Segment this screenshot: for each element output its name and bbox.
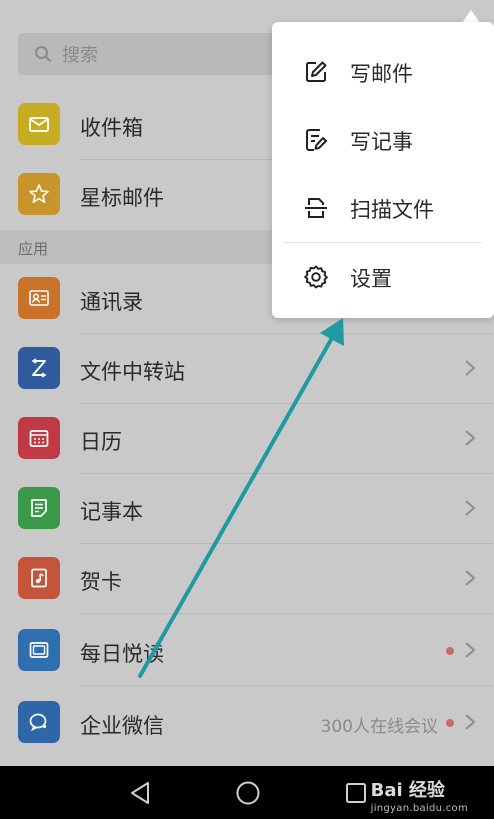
chevron-right-icon	[465, 500, 476, 516]
list-item-wecom[interactable]: 企业微信 300人在线会议	[0, 688, 494, 758]
menu-item-write-note[interactable]: 写记事	[272, 106, 494, 174]
settings-label: 设置	[350, 267, 392, 291]
system-navbar: Bai 经验 jingyan.baidu.com	[0, 766, 494, 819]
list-item-notepad[interactable]: 记事本	[0, 474, 494, 544]
notepad-icon	[18, 487, 60, 529]
calendar-label: 日历	[80, 430, 122, 454]
list-item-daily-reading[interactable]: 每日悦读	[0, 616, 494, 686]
greeting-card-icon	[18, 557, 60, 599]
daily-reading-label: 每日悦读	[80, 642, 164, 666]
search-icon	[35, 46, 51, 62]
mail-app-screen: 搜索 收件箱 星标邮件 应用 通讯录 文件中转站 日历 记事本 贺卡 每日悦读 …	[0, 0, 494, 766]
scan-label: 扫描文件	[350, 198, 434, 222]
online-meeting-text: 300人在线会议	[320, 717, 438, 737]
watermark-sub: jingyan.baidu.com	[370, 803, 468, 814]
starred-label: 星标邮件	[80, 186, 164, 210]
list-item-greeting-card[interactable]: 贺卡	[0, 544, 494, 614]
chevron-right-icon	[465, 714, 476, 730]
inbox-icon	[18, 103, 60, 145]
divider	[80, 685, 494, 686]
back-icon[interactable]	[128, 780, 154, 806]
list-item-calendar[interactable]: 日历	[0, 404, 494, 474]
wecom-label: 企业微信	[80, 714, 164, 738]
file-transfer-icon	[18, 347, 60, 389]
divider	[80, 613, 494, 614]
baidu-watermark: Bai 经验 jingyan.baidu.com	[371, 776, 468, 814]
contacts-label: 通讯录	[80, 290, 143, 314]
chevron-right-icon	[465, 360, 476, 376]
scan-document-icon	[305, 198, 327, 218]
recents-icon[interactable]	[343, 780, 369, 806]
unread-dot	[446, 647, 454, 655]
inbox-label: 收件箱	[80, 116, 143, 140]
compose-icon	[306, 61, 327, 82]
menu-item-compose[interactable]: 写邮件	[272, 38, 494, 106]
chevron-right-icon	[465, 642, 476, 658]
menu-item-scan[interactable]: 扫描文件	[272, 174, 494, 242]
chevron-right-icon	[465, 570, 476, 586]
popup-menu: 写邮件 写记事 扫描文件 设置	[272, 22, 494, 318]
watermark-main: Bai 经验	[370, 780, 445, 801]
chevron-right-icon	[465, 430, 476, 446]
write-note-icon	[306, 129, 327, 151]
menu-item-settings[interactable]: 设置	[272, 243, 494, 311]
home-icon[interactable]	[235, 780, 261, 806]
daily-reading-icon	[18, 629, 60, 671]
greeting-card-label: 贺卡	[80, 570, 122, 594]
list-item-file-transfer[interactable]: 文件中转站	[0, 334, 494, 404]
gear-icon	[304, 265, 328, 289]
calendar-icon	[18, 417, 60, 459]
star-icon	[18, 173, 60, 215]
notepad-label: 记事本	[80, 500, 143, 524]
section-title: 应用	[18, 240, 49, 258]
contacts-icon	[18, 277, 60, 319]
write-note-label: 写记事	[350, 130, 413, 154]
search-placeholder: 搜索	[62, 45, 98, 66]
wecom-icon	[18, 701, 60, 743]
unread-dot	[446, 719, 454, 727]
file-transfer-label: 文件中转站	[80, 360, 185, 384]
compose-label: 写邮件	[350, 62, 413, 86]
